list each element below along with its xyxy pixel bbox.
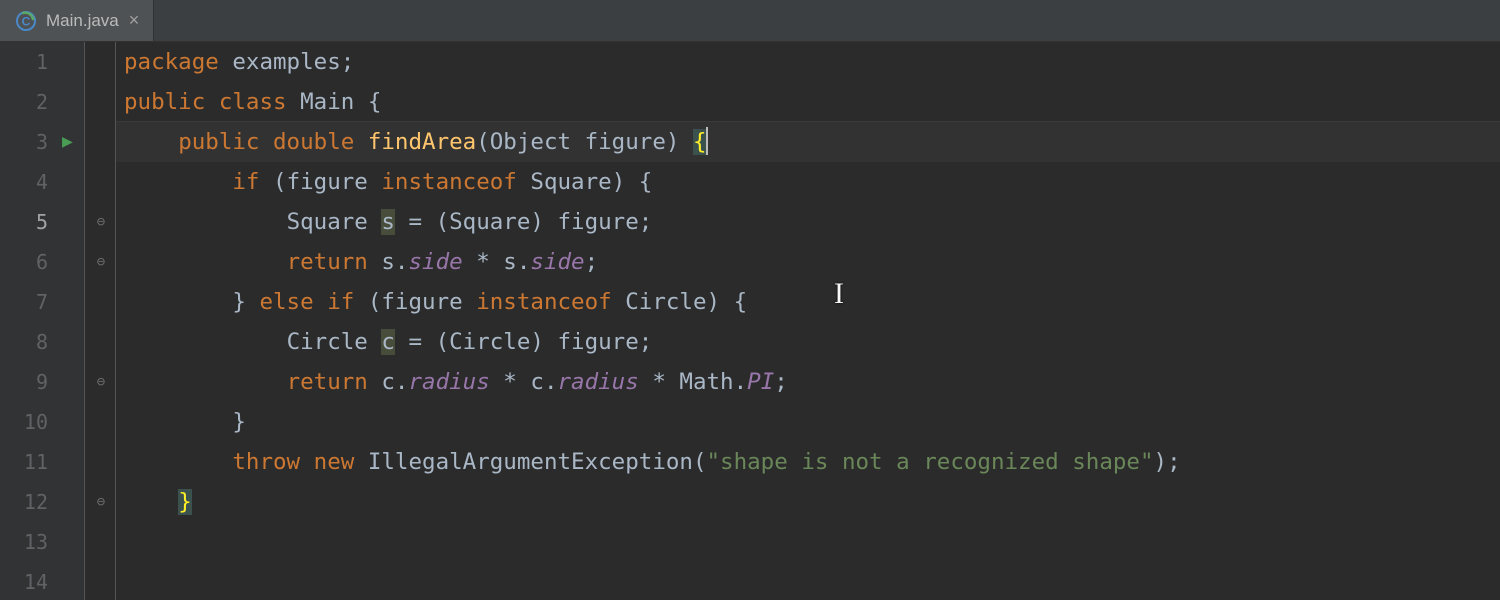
code-line[interactable]: throw new IllegalArgumentException("shap… <box>116 442 1500 482</box>
line-number: 8 <box>0 322 48 362</box>
editor-tab-main-java[interactable]: C Main.java × <box>0 0 154 41</box>
code-line[interactable]: package examples; <box>116 42 1500 82</box>
line-number: 5 <box>0 202 48 242</box>
line-number: 10 <box>0 402 48 442</box>
line-number: 7 <box>0 282 48 322</box>
code-line[interactable]: Square s = (Square) figure; <box>116 202 1500 242</box>
line-number: 9 <box>0 362 48 402</box>
line-number: 13 <box>0 522 48 562</box>
line-number: 12 <box>0 482 48 522</box>
code-line[interactable]: public class Main { <box>116 82 1500 122</box>
fold-gutter: ⊖ ⊖ ⊖ ⊖ <box>84 42 116 600</box>
line-number: 1 <box>0 42 48 82</box>
code-editor: 1 2 3 4 5 6 7 8 9 10 11 12 13 14 ▶ ⊖ ⊖ ⊖… <box>0 42 1500 600</box>
code-line[interactable]: Circle c = (Circle) figure; <box>116 322 1500 362</box>
tab-bar: C Main.java × <box>0 0 1500 42</box>
highlighted-var: c <box>381 329 395 355</box>
code-line[interactable]: return c.radius * c.radius * Math.PI; <box>116 362 1500 402</box>
line-number-gutter[interactable]: 1 2 3 4 5 6 7 8 9 10 11 12 13 14 <box>0 42 58 600</box>
line-number: 14 <box>0 562 48 600</box>
matched-brace: } <box>178 489 192 515</box>
line-number: 2 <box>0 82 48 122</box>
fold-toggle-icon[interactable]: ⊖ <box>94 362 108 402</box>
line-number: 3 <box>0 122 48 162</box>
code-line[interactable]: public double findArea(Object figure) { <box>116 122 1500 162</box>
fold-toggle-icon[interactable]: ⊖ <box>94 202 108 242</box>
highlighted-var: s <box>381 209 395 235</box>
code-area[interactable]: package examples; public class Main { pu… <box>116 42 1500 600</box>
close-tab-icon[interactable]: × <box>129 11 140 31</box>
code-line[interactable]: return s.side * s.side; <box>116 242 1500 282</box>
code-line[interactable]: } <box>116 482 1500 522</box>
run-gutter: ▶ <box>58 42 84 600</box>
code-line[interactable]: if (figure instanceof Square) { <box>116 162 1500 202</box>
run-line-icon[interactable]: ▶ <box>62 122 73 162</box>
line-number: 4 <box>0 162 48 202</box>
matched-brace: { <box>693 129 707 155</box>
code-line[interactable]: } else if (figure instanceof Circle) { <box>116 282 1500 322</box>
line-number: 6 <box>0 242 48 282</box>
code-line[interactable]: } <box>116 402 1500 442</box>
tab-filename: Main.java <box>46 11 119 31</box>
fold-toggle-icon[interactable]: ⊖ <box>94 242 108 282</box>
line-number: 11 <box>0 442 48 482</box>
java-class-icon: C <box>16 11 36 31</box>
svg-text:C: C <box>22 14 31 28</box>
text-caret <box>706 127 708 155</box>
fold-toggle-icon[interactable]: ⊖ <box>94 482 108 522</box>
